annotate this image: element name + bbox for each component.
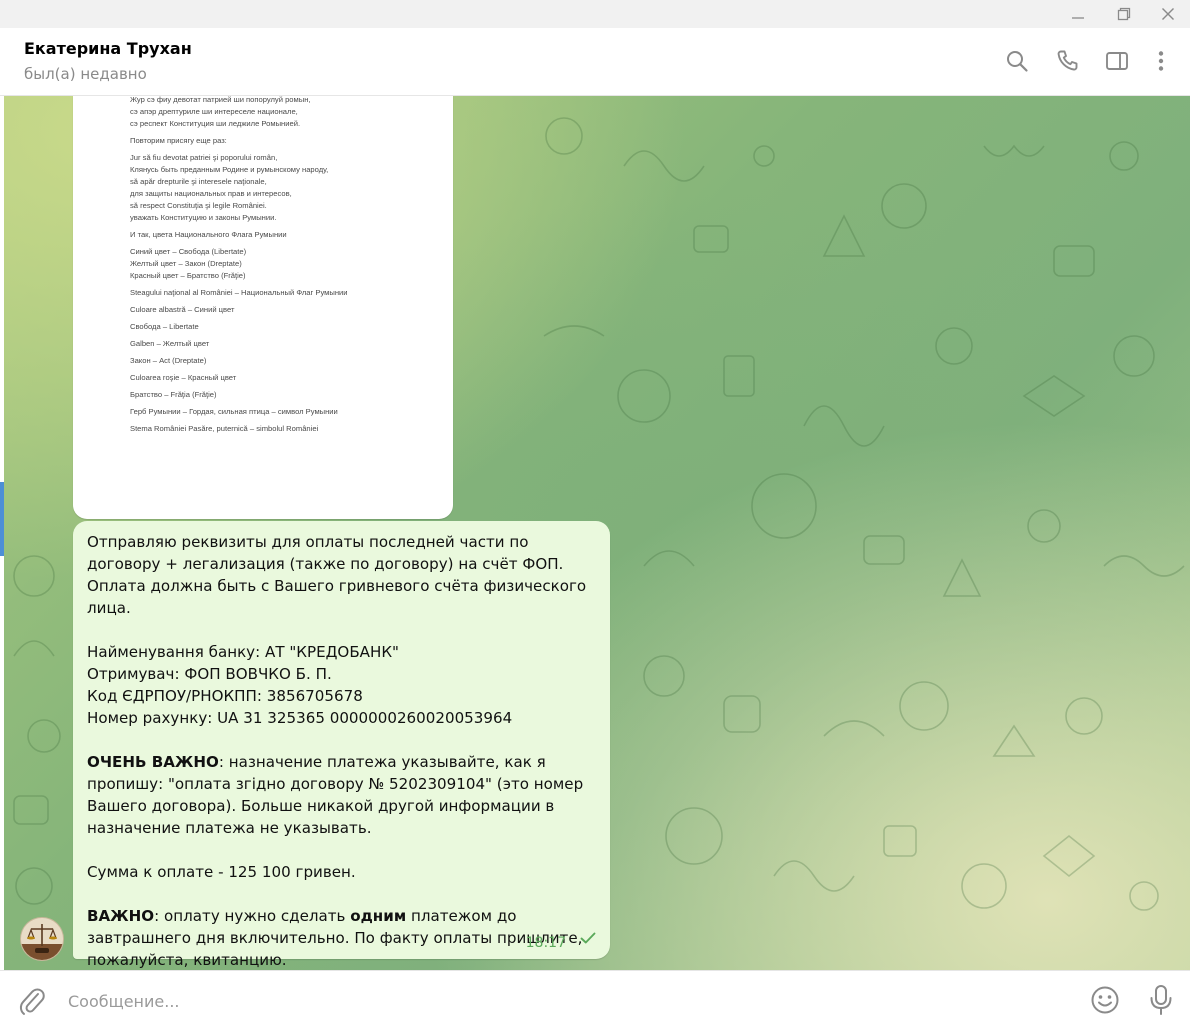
account-line: Номер рахунку: UA 31 325365 000000026002… [87,709,513,727]
close-icon[interactable] [1146,0,1190,28]
phone-icon[interactable] [1055,48,1081,74]
important-text-1: : оплату нужно сделать [154,907,351,925]
search-icon[interactable] [1004,48,1030,74]
more-vertical-icon[interactable] [1148,48,1174,74]
sidebar-toggle-icon[interactable] [1104,48,1130,74]
unread-accent-strip [0,482,4,556]
emoji-icon[interactable] [1090,985,1120,1019]
contact-name[interactable]: Екатерина Трухан [24,39,192,58]
document-line: И так, цвета Национального Флага Румынии [130,230,287,239]
chat-header: Екатерина Трухан был(а) недавно [0,28,1190,96]
document-image[interactable]: Жур сэ фиу девотат патрией ши попорулуй … [73,96,453,519]
window-titlebar [0,0,1190,28]
document-line: să respect Constituţia şi legile Românie… [130,201,267,210]
contact-status: был(а) недавно [24,65,147,83]
document-line: să apăr drepturile şi interesele naţiona… [130,177,267,186]
read-check-icon [580,929,596,948]
recipient-line: Отримувач: ФОП ВОВЧКО Б. П. [87,665,332,683]
document-line: Steagului naţional al României – Национа… [130,288,348,297]
message-input-bar [0,970,1190,1033]
bank-line: Найменування банку: АТ "КРЕДОБАНК" [87,643,400,661]
message-intro: Отправляю реквизиты для оплаты последней… [87,533,587,617]
message-input[interactable] [66,985,1060,1017]
document-line: Jur să fiu devotat patriei şi poporului … [130,153,278,162]
very-important-label: ОЧЕНЬ ВАЖНО [87,753,219,771]
document-line: Закон – Act (Dreptate) [130,356,207,365]
message-time: 18:17 [525,935,566,951]
document-text: Жур сэ фиу девотат патрией ши попорулуй … [130,96,440,435]
contact-avatar[interactable] [20,917,64,961]
document-line: сэ апэр дрептуриле ши интереселе национа… [130,107,298,116]
attach-icon[interactable] [18,986,46,1020]
minimize-icon[interactable] [1056,0,1100,28]
document-line: Желтый цвет – Закон (Dreptate) [130,259,242,268]
restore-icon[interactable] [1102,0,1146,28]
document-line: уважать Конституцию и законы Румынии. [130,213,277,222]
document-line: Герб Румынии – Гордая, сильная птица – с… [130,407,338,416]
important-bold: одним [350,907,407,925]
microphone-icon[interactable] [1148,984,1174,1020]
document-line: Братство – Frăţia (Frăţie) [130,390,217,399]
document-line: Клянусь быть преданным Родине и румынско… [130,165,329,174]
document-line: для защиты национальных прав и интересов… [130,189,292,198]
document-line: Culoarea roşie – Красный цвет [130,373,237,382]
document-line: Culoare albastră – Синий цвет [130,305,235,314]
code-line: Код ЄДРПОУ/РНОКПП: 3856705678 [87,687,363,705]
important-label: ВАЖНО [87,907,155,925]
document-line: Красный цвет – Братство (Frăţie) [130,271,246,280]
document-line: Свобода – Libertate [130,322,199,331]
document-line: Stema României Pasăre, puternică – simbo… [130,424,319,433]
important-paragraph: ВАЖНО: оплату нужно сделать одним платеж… [87,905,599,971]
sum-line: Сумма к оплате - 125 100 гривен. [87,863,356,881]
document-line: сэ респект Конституция ши леджиле Ромыни… [130,119,301,128]
very-important-paragraph: ОЧЕНЬ ВАЖНО: назначение платежа указывай… [87,751,599,839]
message-text: Отправляю реквизиты для оплаты последней… [87,531,599,971]
document-line: Повторим присягу еще раз: [130,136,227,145]
document-line: Синий цвет – Свобода (Libertate) [130,247,247,256]
document-line: Жур сэ фиу девотат патрией ши попорулуй … [130,96,311,104]
message-bubble[interactable]: Отправляю реквизиты для оплаты последней… [73,521,610,969]
document-line: Galben – Желтый цвет [130,339,210,348]
